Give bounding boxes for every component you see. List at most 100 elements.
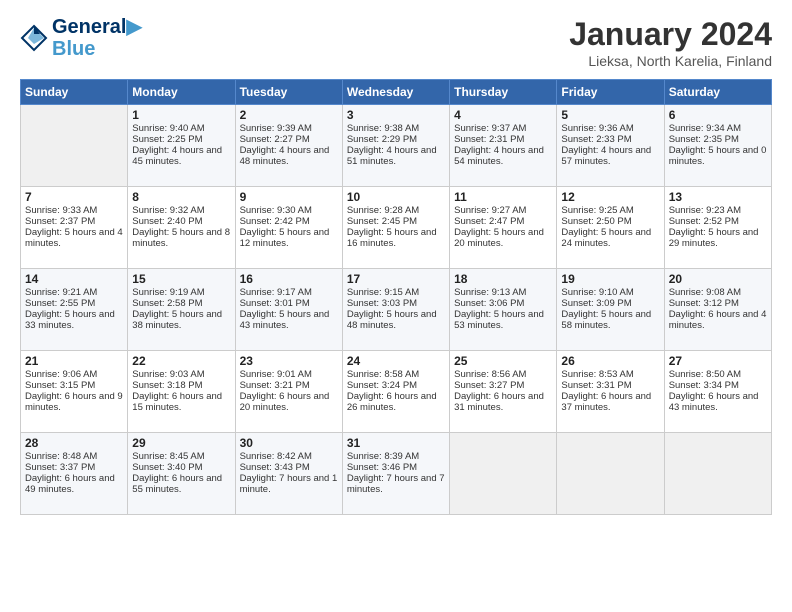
daylight-text: Daylight: 5 hours and 4 minutes. [25,227,123,249]
daylight-text: Daylight: 7 hours and 1 minute. [240,473,338,495]
daylight-text: Daylight: 6 hours and 26 minutes. [347,391,437,413]
day-number: 3 [347,108,445,122]
sunrise-text: Sunrise: 9:40 AM [132,123,204,134]
calendar-cell [557,433,664,515]
calendar-cell: 16 Sunrise: 9:17 AM Sunset: 3:01 PM Dayl… [235,269,342,351]
sunrise-text: Sunrise: 9:25 AM [561,205,633,216]
sunrise-text: Sunrise: 9:17 AM [240,287,312,298]
sunset-text: Sunset: 2:35 PM [669,134,739,145]
day-header-thursday: Thursday [450,80,557,105]
daylight-text: Daylight: 4 hours and 51 minutes. [347,145,437,167]
day-number: 16 [240,272,338,286]
sunrise-text: Sunrise: 9:38 AM [347,123,419,134]
day-header-friday: Friday [557,80,664,105]
sunrise-text: Sunrise: 9:37 AM [454,123,526,134]
day-number: 29 [132,436,230,450]
daylight-text: Daylight: 5 hours and 38 minutes. [132,309,222,331]
day-number: 24 [347,354,445,368]
day-number: 1 [132,108,230,122]
day-number: 23 [240,354,338,368]
calendar-title: January 2024 [569,16,772,53]
day-header-sunday: Sunday [21,80,128,105]
day-number: 21 [25,354,123,368]
calendar-cell: 26 Sunrise: 8:53 AM Sunset: 3:31 PM Dayl… [557,351,664,433]
daylight-text: Daylight: 5 hours and 29 minutes. [669,227,759,249]
calendar-cell: 24 Sunrise: 8:58 AM Sunset: 3:24 PM Dayl… [342,351,449,433]
calendar-container: General▶ Blue January 2024 Lieksa, North… [0,0,792,525]
sunrise-text: Sunrise: 9:13 AM [454,287,526,298]
sunset-text: Sunset: 3:40 PM [132,462,202,473]
calendar-cell: 6 Sunrise: 9:34 AM Sunset: 2:35 PM Dayli… [664,105,771,187]
sunset-text: Sunset: 2:29 PM [347,134,417,145]
day-number: 2 [240,108,338,122]
sunrise-text: Sunrise: 9:30 AM [240,205,312,216]
sunrise-text: Sunrise: 8:48 AM [25,451,97,462]
day-number: 11 [454,190,552,204]
day-header-tuesday: Tuesday [235,80,342,105]
daylight-text: Daylight: 5 hours and 20 minutes. [454,227,544,249]
day-number: 8 [132,190,230,204]
day-number: 14 [25,272,123,286]
calendar-week-row: 1 Sunrise: 9:40 AM Sunset: 2:25 PM Dayli… [21,105,772,187]
day-number: 4 [454,108,552,122]
sunrise-text: Sunrise: 8:39 AM [347,451,419,462]
sunrise-text: Sunrise: 9:23 AM [669,205,741,216]
logo-text: General▶ Blue [52,16,142,60]
calendar-week-row: 28 Sunrise: 8:48 AM Sunset: 3:37 PM Dayl… [21,433,772,515]
calendar-table: SundayMondayTuesdayWednesdayThursdayFrid… [20,79,772,515]
day-number: 13 [669,190,767,204]
sunset-text: Sunset: 2:45 PM [347,216,417,227]
day-number: 7 [25,190,123,204]
day-number: 5 [561,108,659,122]
calendar-cell: 22 Sunrise: 9:03 AM Sunset: 3:18 PM Dayl… [128,351,235,433]
sunset-text: Sunset: 3:12 PM [669,298,739,309]
calendar-cell: 25 Sunrise: 8:56 AM Sunset: 3:27 PM Dayl… [450,351,557,433]
day-number: 9 [240,190,338,204]
daylight-text: Daylight: 4 hours and 57 minutes. [561,145,651,167]
title-area: January 2024 Lieksa, North Karelia, Finl… [569,16,772,69]
daylight-text: Daylight: 4 hours and 48 minutes. [240,145,330,167]
day-number: 26 [561,354,659,368]
calendar-cell: 9 Sunrise: 9:30 AM Sunset: 2:42 PM Dayli… [235,187,342,269]
daylight-text: Daylight: 6 hours and 55 minutes. [132,473,222,495]
sunset-text: Sunset: 3:27 PM [454,380,524,391]
sunrise-text: Sunrise: 9:33 AM [25,205,97,216]
day-number: 18 [454,272,552,286]
sunrise-text: Sunrise: 8:56 AM [454,369,526,380]
daylight-text: Daylight: 5 hours and 33 minutes. [25,309,115,331]
sunrise-text: Sunrise: 9:03 AM [132,369,204,380]
calendar-cell: 1 Sunrise: 9:40 AM Sunset: 2:25 PM Dayli… [128,105,235,187]
day-number: 31 [347,436,445,450]
daylight-text: Daylight: 4 hours and 54 minutes. [454,145,544,167]
daylight-text: Daylight: 4 hours and 45 minutes. [132,145,222,167]
sunset-text: Sunset: 3:09 PM [561,298,631,309]
calendar-cell: 8 Sunrise: 9:32 AM Sunset: 2:40 PM Dayli… [128,187,235,269]
day-number: 30 [240,436,338,450]
sunset-text: Sunset: 3:18 PM [132,380,202,391]
sunrise-text: Sunrise: 8:58 AM [347,369,419,380]
calendar-header: General▶ Blue January 2024 Lieksa, North… [20,16,772,69]
calendar-cell [450,433,557,515]
calendar-cell: 28 Sunrise: 8:48 AM Sunset: 3:37 PM Dayl… [21,433,128,515]
sunset-text: Sunset: 2:50 PM [561,216,631,227]
sunrise-text: Sunrise: 8:50 AM [669,369,741,380]
day-number: 12 [561,190,659,204]
day-number: 28 [25,436,123,450]
day-number: 10 [347,190,445,204]
sunset-text: Sunset: 2:40 PM [132,216,202,227]
daylight-text: Daylight: 5 hours and 43 minutes. [240,309,330,331]
sunset-text: Sunset: 2:42 PM [240,216,310,227]
sunset-text: Sunset: 2:37 PM [25,216,95,227]
sunrise-text: Sunrise: 9:01 AM [240,369,312,380]
sunset-text: Sunset: 2:58 PM [132,298,202,309]
calendar-cell: 20 Sunrise: 9:08 AM Sunset: 3:12 PM Dayl… [664,269,771,351]
sunset-text: Sunset: 3:43 PM [240,462,310,473]
daylight-text: Daylight: 7 hours and 7 minutes. [347,473,445,495]
day-number: 25 [454,354,552,368]
calendar-week-row: 14 Sunrise: 9:21 AM Sunset: 2:55 PM Dayl… [21,269,772,351]
calendar-cell: 31 Sunrise: 8:39 AM Sunset: 3:46 PM Dayl… [342,433,449,515]
daylight-text: Daylight: 6 hours and 20 minutes. [240,391,330,413]
sunrise-text: Sunrise: 9:21 AM [25,287,97,298]
sunset-text: Sunset: 3:37 PM [25,462,95,473]
daylight-text: Daylight: 5 hours and 24 minutes. [561,227,651,249]
